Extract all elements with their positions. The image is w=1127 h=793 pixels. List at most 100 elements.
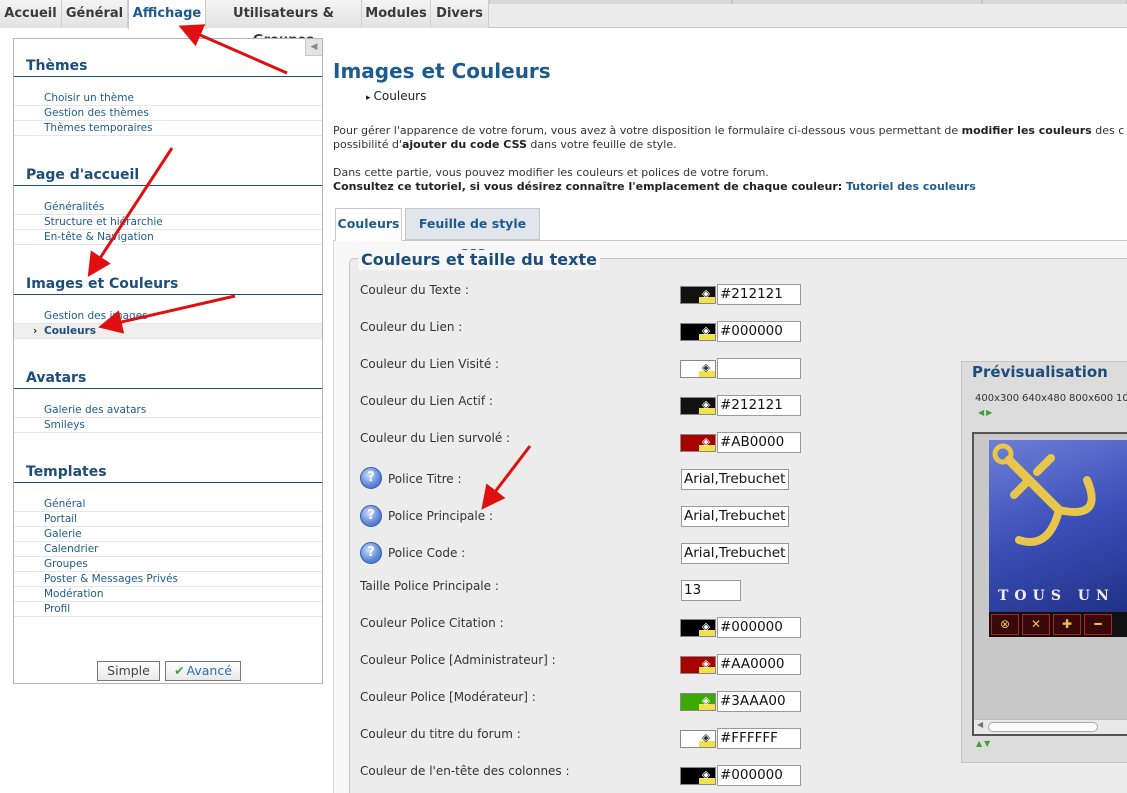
color-picker-button[interactable]: ◈: [680, 693, 716, 711]
admin-color-input[interactable]: #AA0000: [717, 654, 801, 675]
row-label: Taille Police Principale :: [360, 579, 499, 593]
font-size-input[interactable]: 13: [681, 580, 741, 601]
tab-underline: [333, 240, 1127, 241]
tab-divers[interactable]: Divers: [431, 0, 489, 28]
sidebar-item[interactable]: Gestion des thèmes: [14, 106, 322, 121]
check-icon: ✔: [174, 663, 185, 678]
tab-placeholder: [982, 0, 1127, 4]
sidebar-item[interactable]: Généralités: [14, 200, 322, 215]
fieldset-title: Couleurs et taille du texte: [358, 250, 600, 270]
tab-feuille-de-style[interactable]: Feuille de style CSS: [405, 208, 540, 261]
sidebar-item[interactable]: Gestion des images: [14, 309, 322, 324]
row-label: Couleur du Lien Visité :: [360, 357, 500, 371]
intro-text: dans votre feuille de style.: [526, 138, 677, 151]
paint-bucket-icon: ◈: [701, 324, 711, 337]
resolution-more[interactable]: 10: [1116, 393, 1127, 404]
color-text-input[interactable]: #212121: [717, 284, 801, 305]
quote-color-input[interactable]: #000000: [717, 617, 801, 638]
intro-line-1: Pour gérer l'apparence de votre forum, v…: [333, 124, 1124, 138]
color-hover-link-input[interactable]: #AB0000: [717, 432, 801, 453]
section-divider: [14, 388, 322, 389]
row-label: Couleur du titre du forum :: [360, 727, 521, 741]
scrollbar-thumb[interactable]: [988, 722, 1098, 732]
main-font-input[interactable]: Arial,Trebuchet MS: [681, 506, 789, 527]
anchor-icon: [992, 443, 1096, 546]
row-label: Couleur Police [Modérateur] :: [360, 690, 536, 704]
paint-bucket-icon: ◈: [701, 694, 711, 707]
color-picker-button[interactable]: ◈: [680, 397, 716, 415]
section-divider: [14, 76, 322, 77]
sidebar-item[interactable]: Portail: [14, 512, 322, 527]
help-icon[interactable]: ?: [360, 542, 382, 564]
intro-line-2: possibilité d'ajouter du code CSS dans v…: [333, 138, 677, 152]
tab-affichage[interactable]: Affichage: [128, 0, 206, 29]
color-picker-button[interactable]: ◈: [680, 323, 716, 341]
color-picker-button[interactable]: ◈: [680, 434, 716, 452]
preview-horizontal-scrollbar[interactable]: ◀: [974, 719, 1127, 734]
paint-bucket-icon: ◈: [701, 731, 711, 744]
tab-accueil[interactable]: Accueil: [0, 0, 62, 28]
tab-general[interactable]: Général: [62, 0, 128, 28]
row-label: Police Code :: [388, 546, 466, 560]
bullet-icon: ▸: [366, 93, 371, 103]
tutorial-link[interactable]: Tutoriel des couleurs: [846, 180, 976, 193]
intro-line-4: Consultez ce tutoriel, si vous désirez c…: [333, 180, 976, 194]
color-link-input[interactable]: #000000: [717, 321, 801, 342]
code-font-input[interactable]: Arial,Trebuchet MS: [681, 543, 789, 564]
resolution-400x300[interactable]: 400x300: [975, 393, 1019, 404]
sidebar-item[interactable]: En-tête & Navigation: [14, 230, 322, 245]
color-picker-button[interactable]: ◈: [680, 767, 716, 785]
intro-text: des c: [1091, 124, 1125, 137]
color-picker-button[interactable]: ◈: [680, 286, 716, 304]
advanced-mode-button[interactable]: ✔ Avancé: [165, 661, 241, 681]
sidebar-item-couleurs[interactable]: › Couleurs: [14, 324, 322, 339]
color-active-link-input[interactable]: #212121: [717, 395, 801, 416]
tab-couleurs[interactable]: Couleurs: [335, 208, 402, 241]
page-title: Images et Couleurs: [333, 59, 551, 83]
resize-arrows-icon[interactable]: ◀▶: [978, 408, 994, 417]
color-visited-link-input[interactable]: [717, 358, 801, 379]
sidebar-item[interactable]: Calendrier: [14, 542, 322, 557]
sword-icon: ━: [1084, 614, 1112, 635]
resize-arrows-icon[interactable]: ▲▼: [976, 739, 992, 748]
preview-title: Prévisualisation: [972, 363, 1108, 381]
color-picker-button[interactable]: ◈: [680, 656, 716, 674]
intro-bold: modifier les couleurs: [961, 124, 1092, 137]
tab-modules[interactable]: Modules: [362, 0, 431, 28]
scroll-left-icon[interactable]: ◀: [977, 720, 983, 729]
help-icon[interactable]: ?: [360, 505, 382, 527]
color-picker-button[interactable]: ◈: [680, 360, 716, 378]
moderator-color-input[interactable]: #3AAA00: [717, 691, 801, 712]
sidebar-item[interactable]: Poster & Messages Privés: [14, 572, 322, 587]
sidebar-item[interactable]: Groupes: [14, 557, 322, 572]
section-divider: [14, 185, 322, 186]
sidebar-item[interactable]: Galerie des avatars: [14, 403, 322, 418]
paint-bucket-icon: ◈: [701, 768, 711, 781]
color-picker-button[interactable]: ◈: [680, 730, 716, 748]
simple-mode-button[interactable]: Simple: [97, 661, 160, 681]
color-picker-button[interactable]: ◈: [680, 619, 716, 637]
forum-title-color-input[interactable]: #FFFFFF: [717, 728, 801, 749]
sidebar-item[interactable]: Smileys: [14, 418, 322, 433]
paint-bucket-icon: ◈: [701, 620, 711, 633]
sidebar-item-label: Couleurs: [44, 325, 97, 337]
sidebar-item[interactable]: Profil: [14, 602, 322, 617]
sidebar-item[interactable]: Choisir un thème: [14, 91, 322, 106]
intro-bold: Consultez ce tutoriel, si vous désirez c…: [333, 180, 846, 193]
column-header-color-input[interactable]: #000000: [717, 765, 801, 786]
sidebar-item[interactable]: Modération: [14, 587, 322, 602]
sidebar-item[interactable]: Structure et hiérarchie: [14, 215, 322, 230]
collapse-sidebar-button[interactable]: ◀: [305, 39, 322, 56]
tab-utilisateurs-groupes[interactable]: Utilisateurs & Groupes: [206, 0, 362, 48]
row-label: Couleur Police [Administrateur] :: [360, 653, 556, 667]
sidebar-item[interactable]: Général: [14, 497, 322, 512]
help-icon[interactable]: ?: [360, 467, 382, 489]
tab-placeholder: [489, 0, 732, 4]
row-label: Couleur du Lien Actif :: [360, 394, 493, 408]
sidebar-item[interactable]: Galerie: [14, 527, 322, 542]
paint-bucket-icon: ◈: [701, 435, 711, 448]
resolution-640x480[interactable]: 640x480: [1022, 393, 1066, 404]
title-font-input[interactable]: Arial,Trebuchet MS: [681, 469, 789, 490]
resolution-800x600[interactable]: 800x600: [1069, 393, 1113, 404]
sidebar-item[interactable]: Thèmes temporaires: [14, 121, 322, 136]
